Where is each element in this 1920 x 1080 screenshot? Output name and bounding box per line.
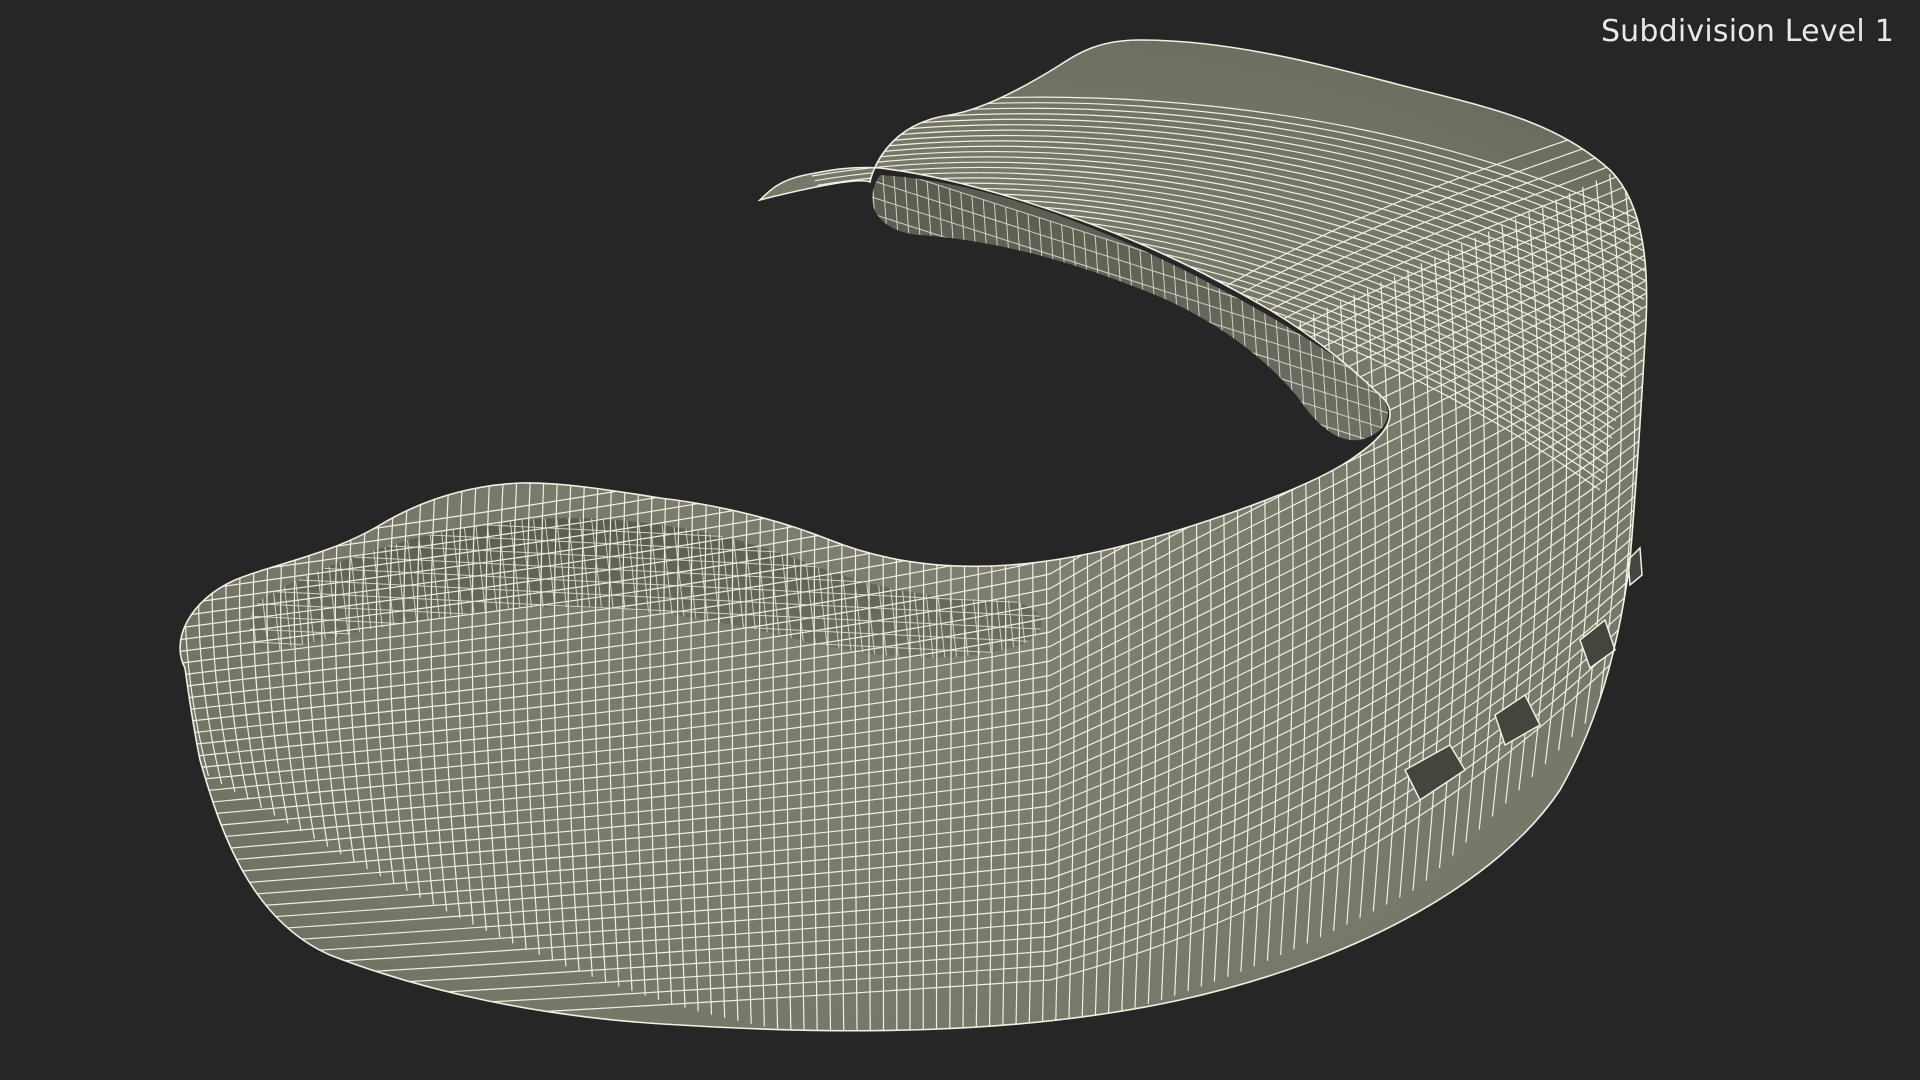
wire-cross-section <box>1637 154 1647 671</box>
wire-cross-section <box>180 469 183 761</box>
mouthguard-model <box>179 39 1648 1032</box>
wire-channel-line <box>1027 213 1049 441</box>
wire-channel-line <box>1016 210 1038 441</box>
wire-channel-line <box>1049 221 1071 441</box>
wire-channel-line <box>1083 231 1105 441</box>
wire-channel-line <box>1117 242 1139 441</box>
wire-channel-line <box>1128 246 1150 441</box>
render-viewport: Subdivision Level 1 <box>0 0 1920 1080</box>
wire-channel-line <box>1094 235 1116 441</box>
wire-channel-line <box>1105 239 1127 441</box>
wire-channel-line <box>1072 228 1094 441</box>
wire-channel-line <box>1005 206 1027 441</box>
wire-channel-line <box>1061 224 1083 441</box>
subdivision-level-label: Subdivision Level 1 <box>1600 14 1894 49</box>
wire-channel-line <box>1038 217 1060 441</box>
